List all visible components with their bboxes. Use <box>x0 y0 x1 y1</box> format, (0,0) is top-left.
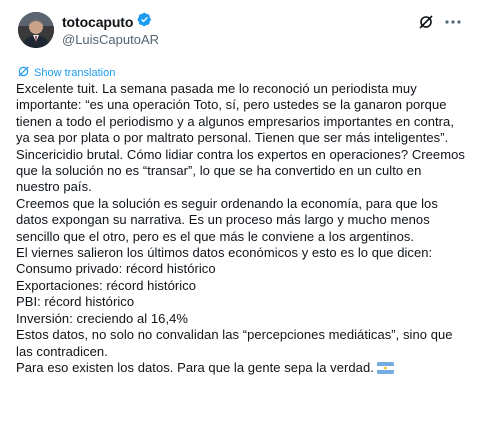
tweet-paragraph: Exportaciones: récord histórico <box>16 277 197 293</box>
author-names: totocaputo @LuisCaputoAR <box>62 12 159 47</box>
tweet-card: totocaputo @LuisCaputoAR Show translatio… <box>0 0 478 430</box>
show-translation-link[interactable]: Show translation <box>18 66 115 80</box>
tweet-paragraph: El viernes salieron los últimos datos ec… <box>16 245 433 261</box>
display-name[interactable]: totocaputo <box>62 14 133 30</box>
tweet-paragraph: PBI: récord histórico <box>16 294 135 310</box>
tweet-paragraph: Inversión: creciendo al 16,4% <box>16 310 188 326</box>
show-translation-label[interactable]: Show translation <box>34 67 115 79</box>
tweet-last-paragraph: Para eso existen los datos. Para que la … <box>16 360 466 378</box>
translate-icon <box>18 66 29 80</box>
verified-badge-icon <box>137 12 152 32</box>
header-actions <box>418 14 462 30</box>
tweet-paragraph: Excelente tuit. La semana pasada me lo r… <box>16 81 465 195</box>
more-icon[interactable] <box>444 14 462 30</box>
handle[interactable]: @LuisCaputoAR <box>62 32 159 47</box>
tweet-paragraph: Consumo privado: récord histórico <box>16 261 216 277</box>
tweet-header: totocaputo @LuisCaputoAR <box>18 12 464 52</box>
tweet-text: Excelente tuit. La semana pasada me lo r… <box>16 81 466 378</box>
avatar[interactable] <box>18 12 54 48</box>
tweet-paragraph: Estos datos, no solo no convalidan las “… <box>16 327 453 359</box>
argentina-flag-icon <box>376 361 394 378</box>
tweet-paragraph: Para eso existen los datos. Para que la … <box>16 359 374 375</box>
tweet-paragraph: Creemos que la solución es seguir ordena… <box>16 195 438 244</box>
grok-icon[interactable] <box>418 14 434 30</box>
